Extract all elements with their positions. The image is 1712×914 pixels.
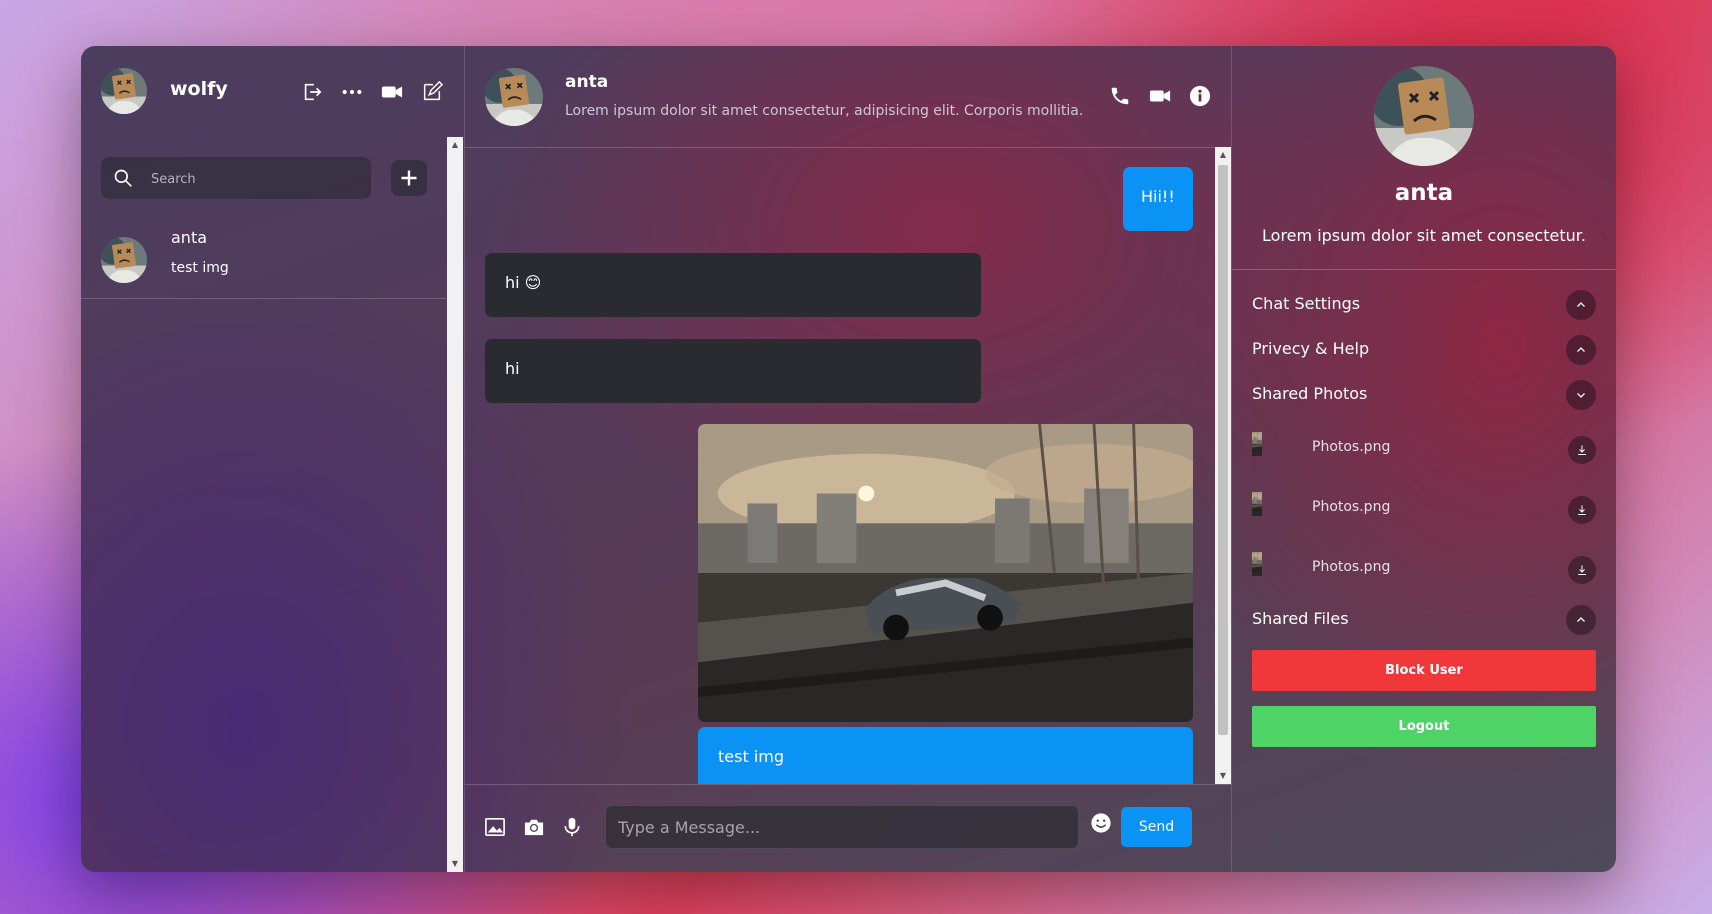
section-label: Privecy & Help [1252, 339, 1370, 358]
logout-icon[interactable] [298, 78, 326, 106]
contact-name: anta [1394, 180, 1454, 206]
details-panel: anta Lorem ipsum dolor sit amet consecte… [1232, 46, 1616, 872]
video-call-icon[interactable] [1146, 82, 1174, 110]
message-input[interactable] [605, 805, 1079, 849]
chevron-up-icon[interactable] [1566, 290, 1596, 320]
edit-icon[interactable] [418, 78, 446, 106]
camera-icon[interactable] [520, 813, 548, 841]
chat-name: anta [171, 228, 208, 247]
current-user-name: wolfy [170, 78, 228, 100]
emoji-icon[interactable] [1087, 809, 1115, 837]
scroll-up-arrow[interactable]: ▲ [447, 137, 463, 153]
section-label: Shared Photos [1252, 384, 1368, 403]
current-user-avatar[interactable] [101, 68, 147, 114]
photo-thumbnail [1252, 489, 1292, 529]
add-chat-button[interactable] [391, 160, 427, 196]
message-bubble: hi [485, 339, 981, 403]
chat-list-item[interactable]: anta test img [81, 216, 446, 299]
more-icon[interactable] [338, 78, 366, 106]
block-user-button[interactable]: Block User [1252, 650, 1596, 691]
chevron-up-icon[interactable] [1566, 605, 1596, 635]
phone-icon[interactable] [1106, 82, 1134, 110]
scrollbar-thumb[interactable] [1218, 165, 1228, 735]
section-chat-settings[interactable]: Chat Settings [1252, 286, 1596, 322]
section-shared-photos[interactable]: Shared Photos [1252, 376, 1596, 412]
message-bubble: hi 😊 [485, 253, 981, 317]
contact-profile: anta Lorem ipsum dolor sit amet consecte… [1232, 46, 1616, 270]
search-input[interactable] [149, 157, 363, 201]
message-image[interactable] [698, 424, 1193, 722]
download-icon[interactable] [1568, 436, 1596, 464]
chevron-up-icon[interactable] [1566, 335, 1596, 365]
chat-list-scrollbar[interactable]: ▲ ▼ [447, 137, 463, 872]
search-icon [113, 168, 133, 192]
info-icon[interactable] [1186, 82, 1214, 110]
section-label: Chat Settings [1252, 294, 1361, 313]
message-bubble: Hii!! [1123, 167, 1193, 231]
chat-avatar [101, 237, 147, 283]
download-icon[interactable] [1568, 496, 1596, 524]
shared-photo-item[interactable]: Photos.png [1252, 547, 1596, 591]
shared-photo-item[interactable]: Photos.png [1252, 487, 1596, 531]
section-label: Shared Files [1252, 609, 1349, 628]
photo-name: Photos.png [1312, 499, 1391, 515]
chat-header-avatar[interactable] [485, 68, 543, 126]
scroll-down-arrow[interactable]: ▼ [1215, 768, 1231, 784]
contact-description: Lorem ipsum dolor sit amet consectetur. [1262, 226, 1586, 245]
photo-thumbnail [1252, 549, 1292, 589]
scroll-down-arrow[interactable]: ▼ [447, 856, 463, 872]
section-shared-files[interactable]: Shared Files [1252, 601, 1596, 637]
left-panel: wolfy Search anta test img ▲ ▼ [81, 46, 465, 872]
mic-icon[interactable] [558, 813, 586, 841]
photo-thumbnail [1252, 429, 1292, 469]
video-icon[interactable] [378, 78, 406, 106]
message-scrollbar[interactable]: ▲ ▼ [1215, 147, 1231, 784]
app-window: wolfy Search anta test img ▲ ▼ anta Lore… [81, 46, 1616, 872]
shared-photo-item[interactable]: Photos.png [1252, 427, 1596, 471]
section-privacy-help[interactable]: Privecy & Help [1252, 331, 1596, 367]
photo-name: Photos.png [1312, 439, 1391, 455]
message-list: Hii!! hi 😊 hi test img [465, 147, 1215, 784]
message-composer: Send [465, 784, 1231, 872]
user-info-header: wolfy [81, 46, 464, 136]
chevron-down-icon[interactable] [1566, 380, 1596, 410]
image-icon[interactable] [481, 813, 509, 841]
message-bubble: test img [698, 727, 1193, 784]
chat-header: anta Lorem ipsum dolor sit amet consecte… [465, 46, 1231, 148]
download-icon[interactable] [1568, 556, 1596, 584]
search-bar [101, 157, 371, 201]
chat-header-name: anta [565, 72, 609, 92]
logout-button[interactable]: Logout [1252, 706, 1596, 747]
send-button[interactable]: Send [1121, 807, 1192, 847]
chat-last-message: test img [171, 260, 229, 276]
contact-avatar [1374, 66, 1474, 166]
photo-name: Photos.png [1312, 559, 1391, 575]
scroll-up-arrow[interactable]: ▲ [1215, 147, 1231, 163]
chat-header-description: Lorem ipsum dolor sit amet consectetur, … [565, 103, 1084, 119]
chat-panel: anta Lorem ipsum dolor sit amet consecte… [465, 46, 1232, 872]
